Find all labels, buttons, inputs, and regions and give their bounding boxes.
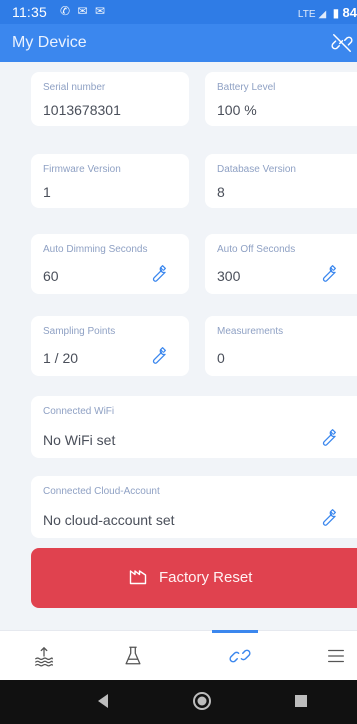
card-label: Connected Cloud-Account: [43, 486, 160, 497]
system-navigation-bar: [0, 680, 357, 724]
card-value: No cloud-account set: [43, 512, 175, 528]
card-label: Battery Level: [217, 82, 276, 93]
factory-reset-button[interactable]: Factory Reset: [31, 548, 357, 608]
link-off-icon[interactable]: [331, 32, 353, 54]
card-auto-off-seconds[interactable]: Auto Off Seconds 300: [205, 234, 357, 294]
card-label: Firmware Version: [43, 164, 121, 175]
tab-flask[interactable]: [89, 631, 178, 681]
message-icon: ✉: [77, 4, 88, 18]
signal-icon: ◢: [318, 9, 327, 20]
status-bar: 11:35 ✆ ✉ ✉ LTE ◢ ▮ 84: [0, 0, 357, 24]
tab-menu[interactable]: [292, 631, 357, 681]
card-connected-wifi[interactable]: Connected WiFi No WiFi set: [31, 396, 357, 458]
battery-percent: 84: [342, 5, 357, 20]
card-label: Auto Off Seconds: [217, 244, 296, 255]
network-label: LTE: [297, 9, 316, 20]
recents-icon[interactable]: [294, 694, 308, 713]
card-value: 60: [43, 268, 59, 284]
app-bar: My Device: [0, 24, 357, 62]
home-icon[interactable]: [192, 691, 212, 716]
wrench-icon[interactable]: [147, 344, 169, 366]
flask-icon: [125, 646, 141, 665]
card-value: 1013678301: [43, 102, 121, 118]
card-label: Connected WiFi: [43, 406, 115, 417]
card-database-version: Database Version 8: [205, 154, 357, 208]
card-serial-number: Serial number 1013678301: [31, 72, 189, 126]
card-auto-dimming-seconds[interactable]: Auto Dimming Seconds 60: [31, 234, 189, 294]
card-sampling-points[interactable]: Sampling Points 1 / 20: [31, 316, 189, 376]
card-value: 300: [217, 268, 241, 284]
card-connected-cloud-account[interactable]: Connected Cloud-Account No cloud-account…: [31, 476, 357, 538]
card-value: 1 / 20: [43, 350, 79, 366]
water-level-icon: [35, 646, 53, 667]
card-value: 0: [217, 350, 225, 366]
wrench-icon[interactable]: [317, 262, 339, 284]
card-measurements: Measurements 0: [205, 316, 357, 376]
wrench-icon[interactable]: [317, 426, 339, 448]
status-time: 11:35: [12, 4, 47, 20]
wrench-icon[interactable]: [147, 262, 169, 284]
tab-water-level[interactable]: [0, 631, 89, 681]
message-icon: ✉: [94, 4, 105, 18]
card-label: Auto Dimming Seconds: [43, 244, 148, 255]
card-value: 1: [43, 184, 51, 200]
status-right: LTE ◢ ▮ 84: [298, 5, 357, 20]
card-label: Measurements: [217, 326, 284, 337]
whatsapp-icon: ✆: [60, 4, 71, 18]
notification-icons: ✆ ✉ ✉: [60, 4, 105, 18]
page-title: My Device: [12, 34, 87, 51]
card-firmware-version: Firmware Version 1: [31, 154, 189, 208]
bottom-tab-bar: [0, 630, 357, 680]
menu-icon: [328, 649, 344, 663]
factory-reset-label: Factory Reset: [159, 569, 253, 586]
battery-icon: ▮: [332, 6, 340, 20]
link-icon: [229, 649, 251, 663]
factory-icon: [129, 569, 147, 585]
card-label: Database Version: [217, 164, 296, 175]
card-value: 100 %: [217, 102, 257, 118]
card-label: Sampling Points: [43, 326, 116, 337]
card-value: No WiFi set: [43, 432, 116, 448]
wrench-icon[interactable]: [317, 506, 339, 528]
back-icon[interactable]: [96, 693, 110, 714]
card-battery-level: Battery Level 100 %: [205, 72, 357, 126]
tab-link[interactable]: [196, 631, 285, 681]
card-value: 8: [217, 184, 225, 200]
card-label: Serial number: [43, 82, 106, 93]
active-tab-indicator: [212, 630, 258, 633]
device-info-content: Serial number 1013678301 Battery Level 1…: [0, 62, 357, 630]
